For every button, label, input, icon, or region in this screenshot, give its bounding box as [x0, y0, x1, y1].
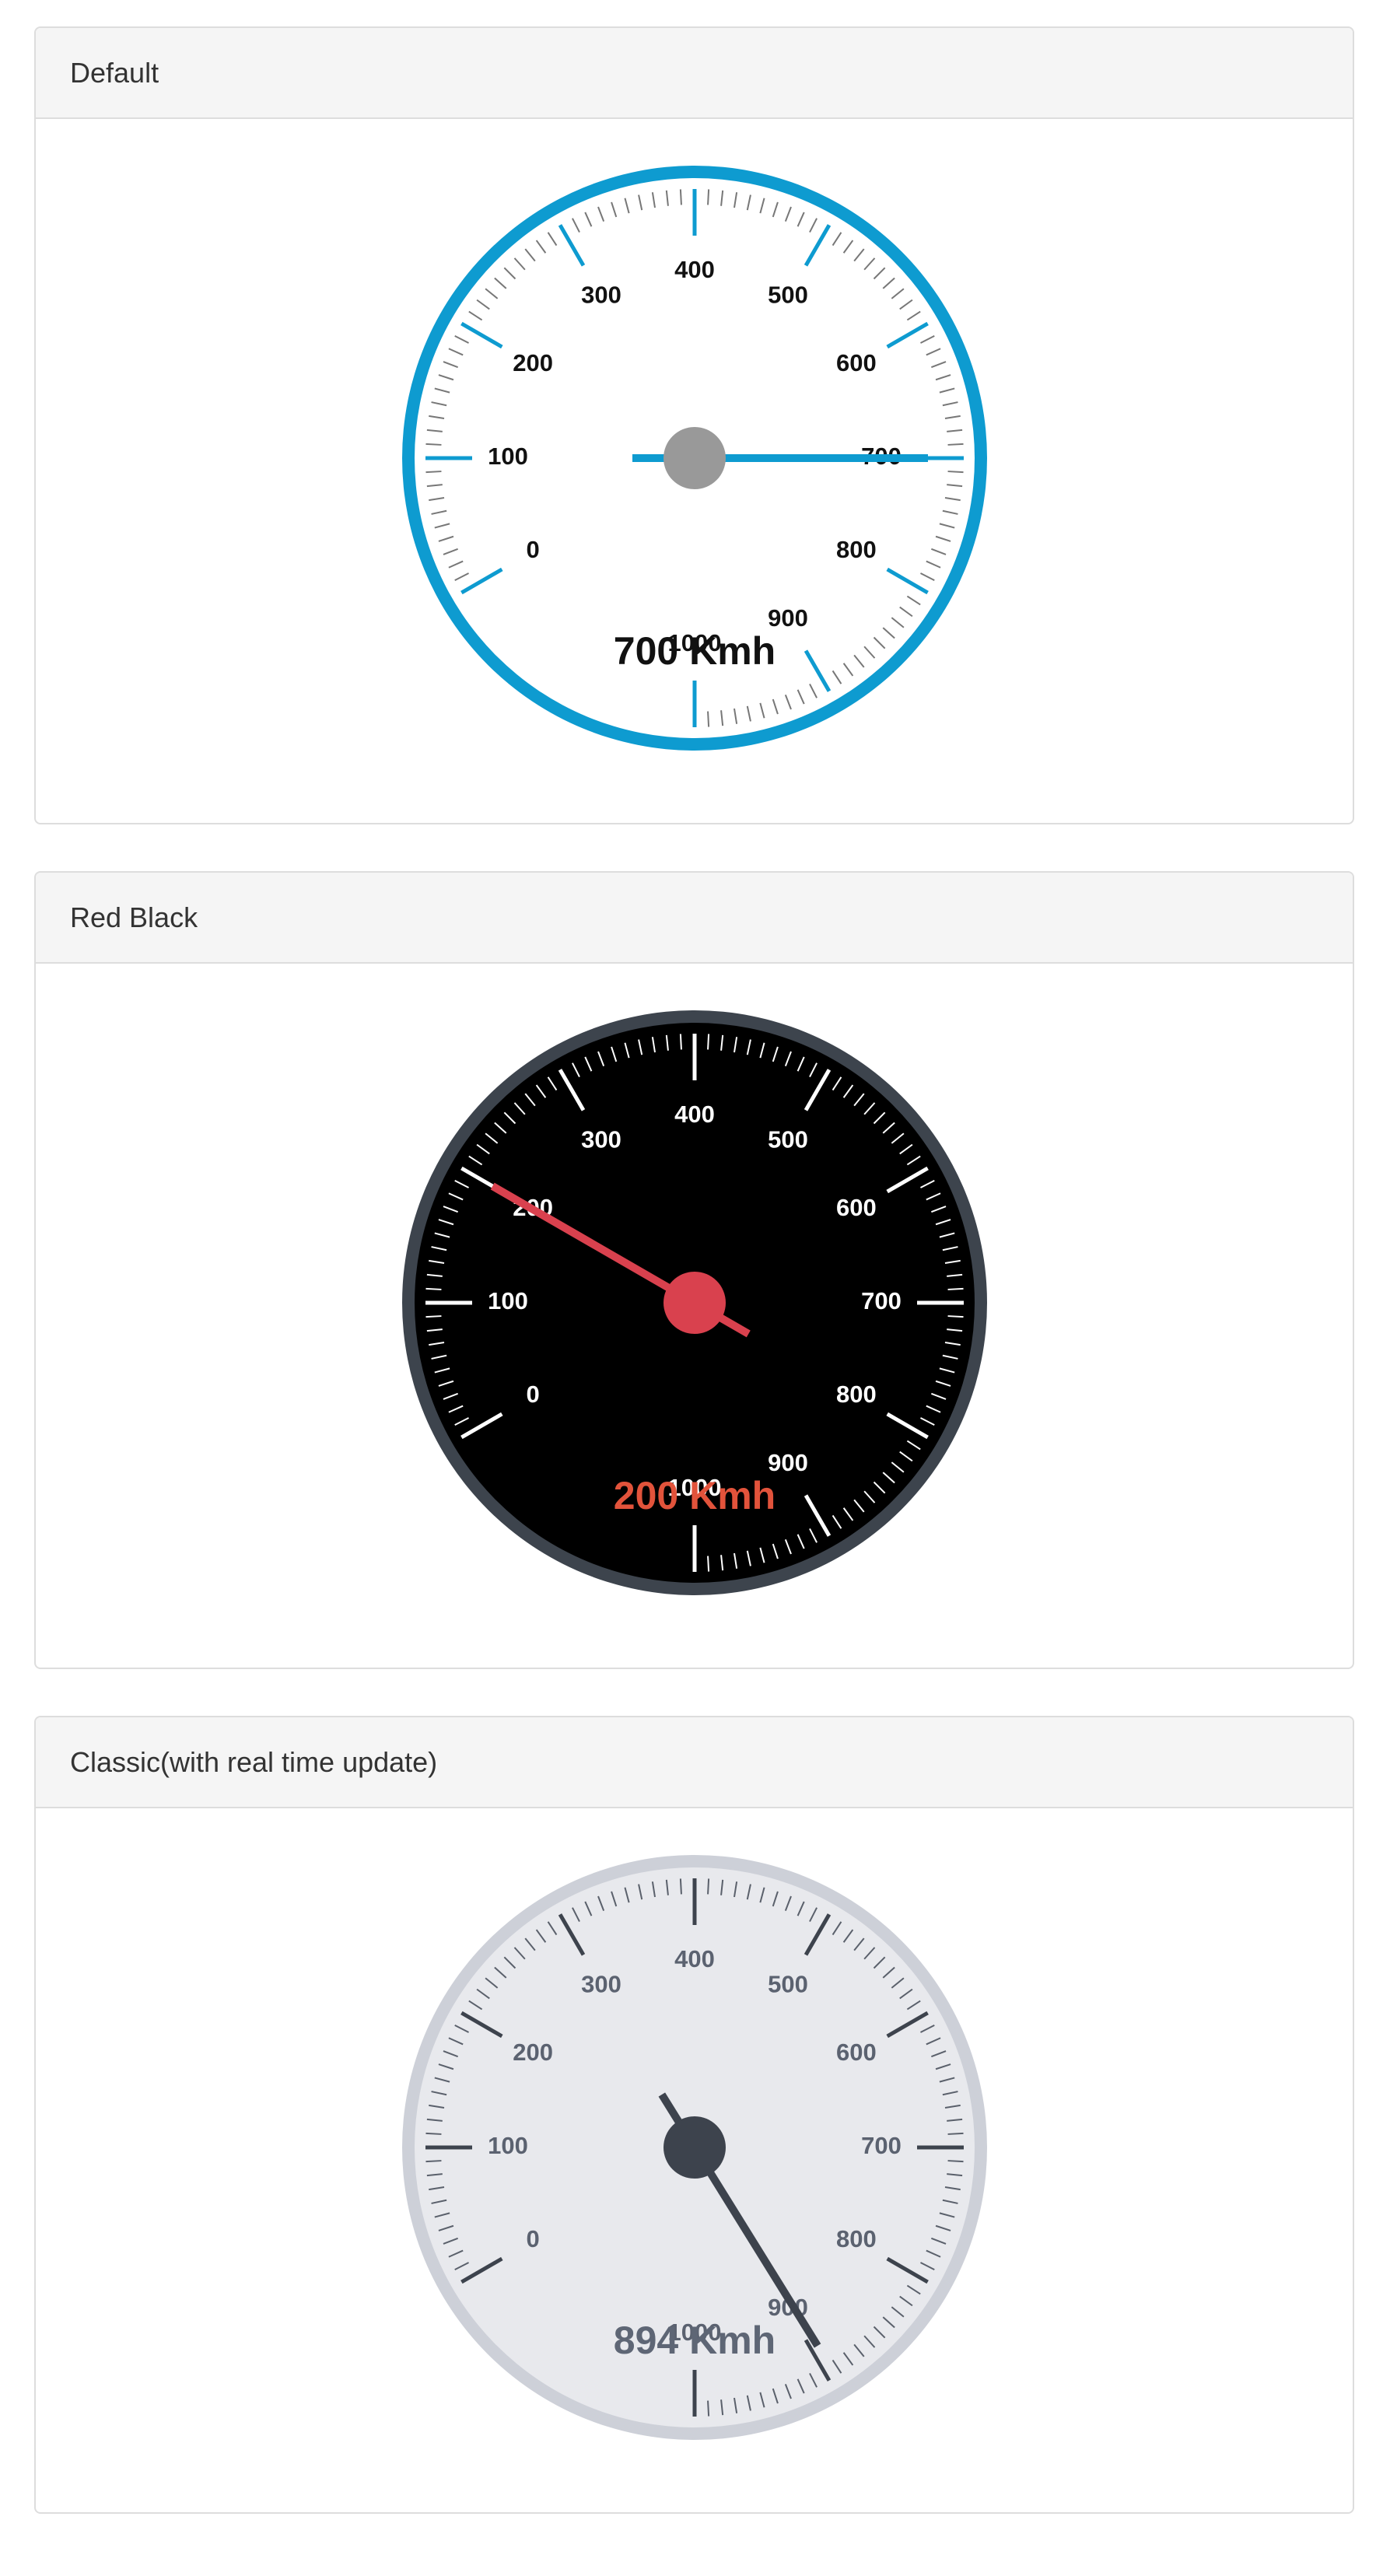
minor-tick [707, 1034, 710, 1050]
gauge-value-readout: 200 Kmh [614, 1474, 776, 1517]
tick-label: 500 [768, 1125, 808, 1153]
tick-label: 800 [836, 1381, 877, 1408]
minor-tick [947, 443, 964, 446]
minor-tick [707, 1556, 710, 1572]
tick-label: 700 [861, 1287, 902, 1314]
tick-label: 600 [836, 1194, 877, 1221]
gauge-hub [663, 2116, 726, 2179]
panel-title: Classic(with real time update) [70, 1745, 438, 1778]
minor-tick [425, 443, 442, 446]
tick-label: 800 [836, 536, 877, 563]
minor-tick [425, 1287, 442, 1290]
tick-label: 0 [527, 536, 540, 563]
tick-label: 300 [581, 281, 621, 308]
panel-heading: Red Black [36, 873, 1353, 964]
tick-label: 900 [768, 1449, 808, 1476]
panel-body: 01002003004005006007008009001000200 Kmh [36, 964, 1353, 1668]
tick-label: 400 [674, 1945, 715, 1972]
tick-label: 800 [836, 2225, 877, 2252]
gauge-value-readout: 894 Kmh [614, 2319, 776, 2362]
tick-label: 100 [488, 1287, 528, 1314]
panel-body: 0 100 200 300 400 500 600 700 800 900 1000 894 Kmh [36, 1808, 1353, 2512]
tick-label: 300 [581, 1125, 621, 1153]
minor-tick [425, 471, 442, 474]
tick-label: 200 [513, 349, 553, 376]
gauge-panel-classic: Classic(with real time update) 0 100 200 30… [34, 1716, 1354, 2514]
gauge-value-readout: 700 Kmh [614, 629, 776, 673]
minor-tick [425, 1315, 442, 1318]
tick-label: 100 [488, 2132, 528, 2159]
tick-label: 0 [527, 2225, 540, 2252]
panel-title: Red Black [70, 901, 198, 933]
gauge-hub [663, 427, 726, 489]
speedometer-gauge: 01002003004005006007008009001000894 Kmh [402, 1855, 987, 2440]
panel-heading: Classic(with real time update) [36, 1717, 1353, 1808]
gauge-hub [663, 1272, 726, 1334]
tick-label: 400 [674, 1101, 715, 1128]
minor-tick [947, 1315, 964, 1318]
gauge-panel-red-black: Red Black 010020030040050060070080090010… [34, 871, 1354, 1669]
tick-label: 700 [861, 2132, 902, 2159]
tick-label: 400 [674, 256, 715, 283]
minor-tick [707, 189, 710, 205]
minor-tick [947, 2132, 964, 2135]
tick-label: 600 [836, 349, 877, 376]
tick-label: 200 [513, 2039, 553, 2066]
minor-tick [947, 1287, 964, 1290]
minor-tick [947, 471, 964, 474]
tick-label: 0 [527, 1381, 540, 1408]
minor-tick [425, 2132, 442, 2135]
tick-label: 900 [768, 604, 808, 632]
speedometer-gauge: 01002003004005006007008009001000700 Kmh [402, 166, 987, 751]
panel-body: 01002003004005006007008009001000700 Kmh [36, 119, 1353, 823]
speedometer-gauge: 01002003004005006007008009001000200 Kmh [402, 1010, 987, 1595]
panel-title: Default [70, 56, 159, 89]
minor-tick [707, 2400, 710, 2417]
tick-label: 600 [836, 2039, 877, 2066]
minor-tick [707, 711, 710, 727]
tick-label: 300 [581, 1970, 621, 1997]
tick-label: 500 [768, 1970, 808, 1997]
tick-label: 500 [768, 281, 808, 308]
gauge-panel-default: Default 01002003004005006007008009001000… [34, 26, 1354, 824]
panel-heading: Default [36, 28, 1353, 119]
tick-label: 100 [488, 443, 528, 470]
minor-tick [707, 1878, 710, 1895]
